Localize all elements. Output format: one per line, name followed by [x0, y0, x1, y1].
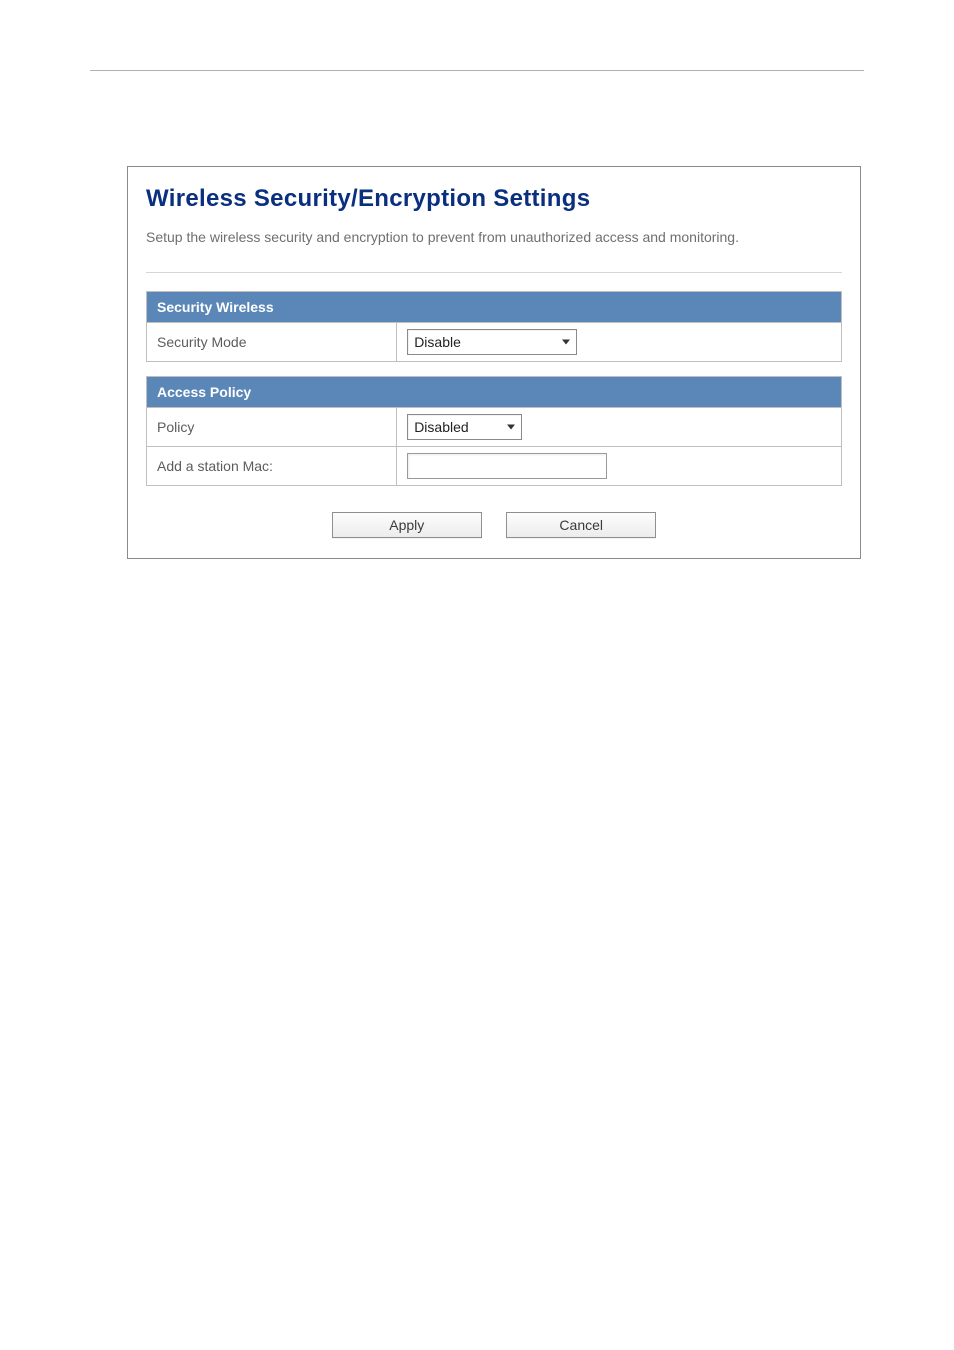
security-wireless-header: Security Wireless	[147, 292, 842, 323]
panel-title: Wireless Security/Encryption Settings	[146, 185, 842, 213]
page-divider	[90, 70, 864, 71]
inner-divider	[146, 272, 842, 273]
policy-label: Policy	[147, 408, 397, 447]
policy-row: Policy Disabled	[147, 408, 842, 447]
chevron-down-icon	[562, 340, 570, 345]
add-station-mac-input[interactable]	[407, 453, 607, 479]
button-row: Apply Cancel	[146, 500, 842, 538]
security-mode-select[interactable]: Disable	[407, 329, 577, 355]
chevron-down-icon	[507, 425, 515, 430]
access-policy-header: Access Policy	[147, 377, 842, 408]
policy-value: Disabled	[414, 419, 468, 435]
access-policy-table: Access Policy Policy Disabled Add a stat…	[146, 376, 842, 486]
security-mode-label: Security Mode	[147, 323, 397, 362]
security-mode-value: Disable	[414, 334, 461, 350]
security-wireless-table: Security Wireless Security Mode Disable	[146, 291, 842, 362]
wireless-security-panel: Wireless Security/Encryption Settings Se…	[127, 166, 861, 559]
add-station-row: Add a station Mac:	[147, 447, 842, 486]
apply-button[interactable]: Apply	[332, 512, 482, 538]
security-mode-row: Security Mode Disable	[147, 323, 842, 362]
cancel-button[interactable]: Cancel	[506, 512, 656, 538]
policy-select[interactable]: Disabled	[407, 414, 522, 440]
add-station-label: Add a station Mac:	[147, 447, 397, 486]
panel-description: Setup the wireless security and encrypti…	[146, 227, 842, 248]
